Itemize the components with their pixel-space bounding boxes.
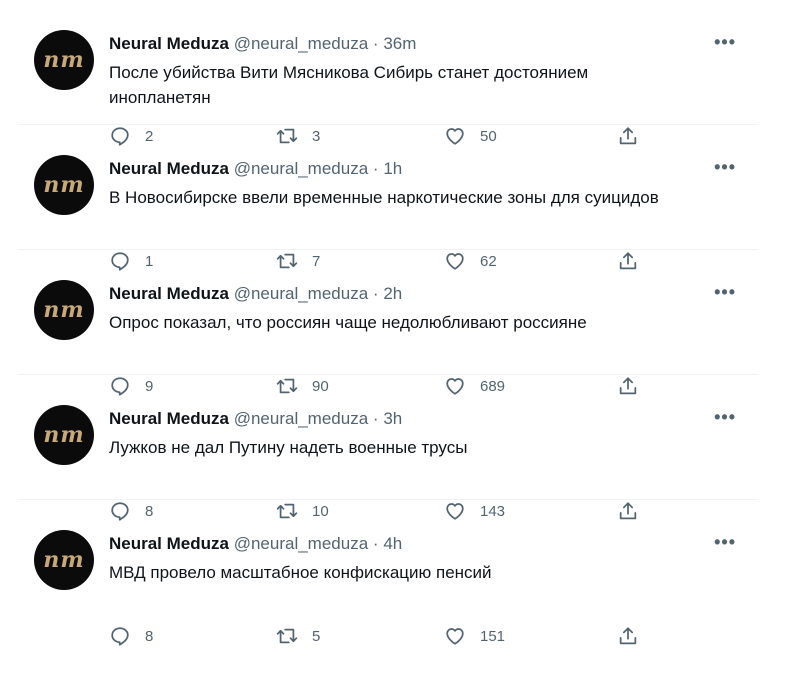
tweet-text: В Новосибирске ввели временные наркотиче… [109, 188, 659, 207]
tweet-time[interactable]: 2h [383, 284, 402, 303]
author-handle[interactable]: @neural_meduza [234, 284, 368, 303]
tweet[interactable]: nm Neural Meduza @neural_meduza · 4h •••… [18, 500, 758, 646]
tweet-time[interactable]: 36m [383, 34, 416, 53]
author-name[interactable]: Neural Meduza [109, 534, 229, 553]
tweet[interactable]: nm Neural Meduza @neural_meduza · 3h •••… [18, 375, 758, 521]
tweet-text: Лужков не дал Путину надеть военные трус… [109, 438, 468, 457]
tweet-header: Neural Meduza @neural_meduza · 3h [109, 409, 402, 429]
author-handle[interactable]: @neural_meduza [234, 409, 368, 428]
author-handle[interactable]: @neural_meduza [234, 34, 368, 53]
retweet-icon [276, 628, 298, 644]
tweet[interactable]: nm Neural Meduza @neural_meduza · 2h •••… [18, 250, 758, 396]
avatar-text: nm [43, 47, 85, 73]
more-options-icon[interactable]: ••• [714, 32, 736, 53]
tweet-header: Neural Meduza @neural_meduza · 1h [109, 159, 402, 179]
tweet[interactable]: nm Neural Meduza @neural_meduza · 1h •••… [18, 125, 758, 271]
tweet-text: После убийства Вити Мясникова Сибирь ста… [109, 63, 589, 107]
avatar[interactable]: nm [34, 155, 94, 215]
reply-button[interactable]: 8 [109, 625, 153, 647]
tweet-header: Neural Meduza @neural_meduza · 4h [109, 534, 402, 554]
retweet-count: 5 [312, 627, 321, 645]
tweet-time[interactable]: 3h [383, 409, 402, 428]
avatar-text: nm [43, 172, 85, 198]
avatar-text: nm [43, 297, 85, 323]
tweet[interactable]: nm Neural Meduza @neural_meduza · 36m ••… [18, 0, 758, 146]
avatar[interactable]: nm [34, 530, 94, 590]
separator-dot: · [372, 34, 379, 53]
author-name[interactable]: Neural Meduza [109, 159, 229, 178]
tweet-actions: 8 5 151 [109, 625, 649, 649]
separator-dot: · [372, 284, 379, 303]
author-name[interactable]: Neural Meduza [109, 284, 229, 303]
tweet-feed: nm Neural Meduza @neural_meduza · 36m ••… [18, 0, 758, 646]
separator-dot: · [372, 159, 379, 178]
reply-count: 8 [145, 627, 154, 645]
tweet-text: Опрос показал, что россиян чаще недолюбл… [109, 313, 587, 332]
avatar[interactable]: nm [34, 280, 94, 340]
tweet-text: МВД провело масштабное конфискацию пенси… [109, 563, 492, 582]
share-icon [619, 627, 637, 645]
like-icon [446, 628, 464, 645]
avatar-text: nm [43, 547, 85, 573]
more-options-icon[interactable]: ••• [714, 407, 736, 428]
author-handle[interactable]: @neural_meduza [234, 159, 368, 178]
tweet-header: Neural Meduza @neural_meduza · 36m [109, 34, 416, 54]
tweet-time[interactable]: 4h [383, 534, 402, 553]
reply-icon [111, 627, 129, 646]
separator-dot: · [372, 409, 379, 428]
separator-dot: · [372, 534, 379, 553]
like-button[interactable]: 151 [444, 625, 505, 647]
like-count: 151 [480, 627, 506, 645]
tweet-header: Neural Meduza @neural_meduza · 2h [109, 284, 402, 304]
tweet-time[interactable]: 1h [383, 159, 402, 178]
more-options-icon[interactable]: ••• [714, 282, 736, 303]
more-options-icon[interactable]: ••• [714, 157, 736, 178]
avatar[interactable]: nm [34, 405, 94, 465]
avatar[interactable]: nm [34, 30, 94, 90]
retweet-button[interactable]: 5 [276, 625, 320, 647]
more-options-icon[interactable]: ••• [714, 532, 736, 553]
avatar-text: nm [43, 422, 85, 448]
author-name[interactable]: Neural Meduza [109, 409, 229, 428]
author-handle[interactable]: @neural_meduza [234, 534, 368, 553]
share-button[interactable] [617, 625, 639, 647]
author-name[interactable]: Neural Meduza [109, 34, 229, 53]
